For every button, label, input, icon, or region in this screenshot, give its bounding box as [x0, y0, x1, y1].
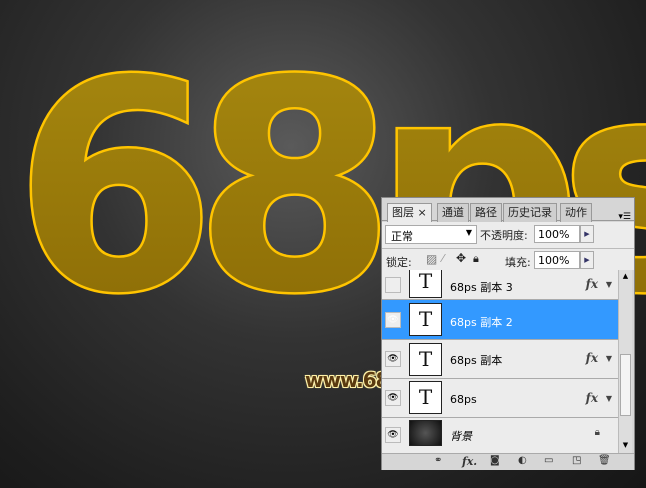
scroll-down-icon[interactable]: ▼ [619, 441, 632, 449]
layer-row-selected[interactable]: 👁︎ T 68ps 副本 2 [382, 300, 618, 340]
lock-transparency-icon[interactable]: ▨ [426, 252, 437, 266]
tab-history[interactable]: 历史记录 [503, 203, 557, 222]
layers-scrollbar[interactable]: ▲ ▼ [618, 270, 632, 453]
layer-row-background[interactable]: 👁︎ 背景 🔒︎ [382, 418, 618, 453]
layer-name: 68ps 副本 3 [450, 281, 513, 294]
eye-icon[interactable]: 👁︎ [385, 390, 401, 406]
tab-paths[interactable]: 路径 [470, 203, 502, 222]
tab-actions[interactable]: 动作 [560, 203, 592, 222]
layer-name: 68ps 副本 2 [450, 316, 513, 329]
panel-menu-icon[interactable]: ▾☰ [618, 212, 631, 222]
expand-effects-icon[interactable]: ▼ [606, 280, 612, 289]
expand-effects-icon[interactable]: ▼ [606, 354, 612, 363]
layer-thumbnail: T [409, 381, 442, 414]
fx-icon[interactable]: fx. [462, 455, 477, 468]
trash-icon[interactable]: 🗑︎ [598, 455, 611, 466]
adjustment-icon[interactable]: ◐ [518, 455, 527, 466]
opacity-input[interactable]: 100% [534, 225, 580, 243]
lock-move-icon[interactable]: ✥ [456, 251, 466, 265]
layer-thumbnail: T [409, 343, 442, 376]
background-thumbnail [409, 420, 442, 446]
scrollbar-thumb[interactable] [620, 354, 631, 416]
scroll-up-icon[interactable]: ▲ [619, 272, 632, 280]
mask-icon[interactable]: ◙ [490, 455, 500, 466]
lock-brush-icon[interactable]: ⁄ [442, 252, 444, 265]
lock-label: 锁定: [386, 256, 412, 269]
opacity-label: 不透明度: [480, 229, 528, 242]
expand-effects-icon[interactable]: ▼ [606, 394, 612, 403]
layer-name: 68ps [450, 393, 477, 406]
fill-label: 填充: [505, 256, 531, 269]
layer-thumbnail: T [409, 270, 442, 298]
layer-name: 68ps 副本 [450, 354, 503, 367]
eye-icon[interactable]: 👁︎ [385, 351, 401, 367]
layers-panel: 图层 × 通道 路径 历史记录 动作 ▾☰ 正常 ▼ 不透明度: 100% ▶ 锁… [381, 197, 635, 470]
layer-row[interactable]: T 68ps 副本 3 fx ▼ [382, 270, 618, 300]
blend-mode-value: 正常 [391, 230, 413, 243]
chevron-down-icon: ▼ [465, 228, 472, 237]
panel-footer: ⚭ fx. ◙ ◐ ▭ ◳ 🗑︎ [382, 453, 634, 470]
fill-input[interactable]: 100% [534, 251, 580, 269]
visibility-toggle[interactable] [385, 277, 401, 293]
link-icon[interactable]: ⚭ [434, 455, 442, 466]
layer-thumbnail: T [409, 303, 442, 336]
layers-list: T 68ps 副本 3 fx ▼ 👁︎ T 68ps 副本 2 👁︎ T 68p… [382, 270, 618, 453]
layer-row[interactable]: 👁︎ T 68ps fx ▼ [382, 379, 618, 418]
lock-all-icon[interactable]: 🔒︎ [473, 252, 479, 266]
fx-icon[interactable]: fx [586, 277, 598, 291]
opacity-slider-button[interactable]: ▶ [580, 225, 594, 243]
eye-icon[interactable]: 👁︎ [385, 312, 401, 328]
fx-icon[interactable]: fx [586, 351, 598, 365]
tab-layers[interactable]: 图层 × [387, 203, 432, 222]
lock-icon: 🔒︎ [594, 427, 600, 438]
layer-row[interactable]: 👁︎ T 68ps 副本 fx ▼ [382, 340, 618, 379]
folder-icon[interactable]: ▭ [544, 455, 553, 466]
new-layer-icon[interactable]: ◳ [572, 455, 581, 466]
layer-name: 背景 [450, 430, 472, 443]
fill-slider-button[interactable]: ▶ [580, 251, 594, 269]
panel-tabs: 图层 × 通道 路径 历史记录 动作 ▾☰ [382, 201, 634, 222]
eye-icon[interactable]: 👁︎ [385, 427, 401, 443]
blend-mode-select[interactable]: 正常 ▼ [385, 225, 477, 244]
tab-channels[interactable]: 通道 [437, 203, 469, 222]
fx-icon[interactable]: fx [586, 391, 598, 405]
